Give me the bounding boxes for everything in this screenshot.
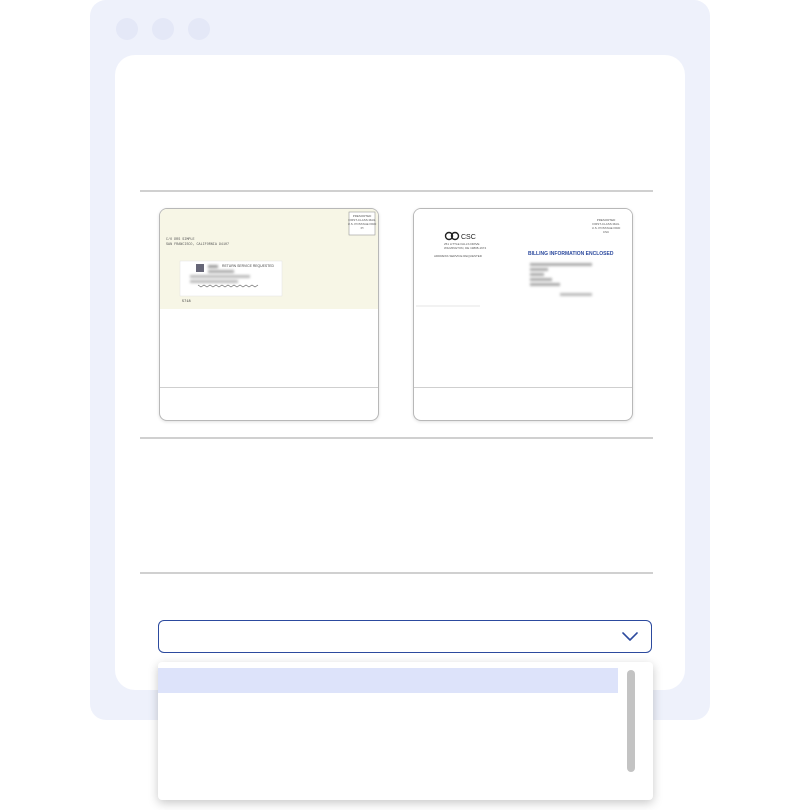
endorsement-text: RETURN SERVICE REQUESTED bbox=[222, 264, 274, 268]
divider-bottom bbox=[140, 572, 653, 574]
window-controls bbox=[116, 18, 210, 40]
select-dropdown-menu bbox=[158, 662, 653, 800]
billing-headline: BILLING INFORMATION ENCLOSED bbox=[528, 251, 614, 257]
window-dot-close bbox=[116, 18, 138, 40]
dropdown-scrollbar-thumb[interactable] bbox=[627, 670, 635, 772]
dropdown-option-highlighted[interactable] bbox=[158, 668, 618, 693]
service-line: ADDRESS SERVICE REQUESTED bbox=[434, 254, 483, 258]
envelope-option-2-footer bbox=[414, 387, 632, 420]
window-dot-minimize bbox=[152, 18, 174, 40]
return-address-line-2: SAN FRANCISCO, CALIFORNIA 94107 bbox=[166, 243, 229, 247]
envelope-option-1[interactable]: PRESORTED FIRST-CLASS MAIL U.S. POSTAGE … bbox=[159, 208, 379, 421]
logo-text: CSC bbox=[461, 234, 476, 241]
envelope-select[interactable] bbox=[158, 620, 652, 653]
dropdown-scrollbar[interactable] bbox=[627, 670, 635, 772]
return-address-line-1: C/O DRS SIMPLE bbox=[166, 237, 195, 242]
envelope-image-1: PRESORTED FIRST-CLASS MAIL U.S. POSTAGE … bbox=[160, 209, 378, 309]
divider-top bbox=[140, 190, 653, 192]
qr-code-icon bbox=[196, 264, 204, 272]
stamp-text-4: PI bbox=[361, 226, 364, 230]
envelope-image-2: CSC 251 LITTLE FALLS DRIVE WILMINGTON, D… bbox=[414, 209, 632, 309]
sender-address-line-2: WILMINGTON, DE 19808-1674 bbox=[444, 246, 486, 250]
envelope-option-1-footer bbox=[160, 387, 378, 420]
chevron-down-icon[interactable] bbox=[621, 628, 639, 644]
envelope-option-2[interactable]: CSC 251 LITTLE FALLS DRIVE WILMINGTON, D… bbox=[413, 208, 633, 421]
stamp-text-r4: CSC bbox=[603, 230, 610, 234]
divider-middle bbox=[140, 437, 653, 439]
window-dot-maximize bbox=[188, 18, 210, 40]
envelope-code: 5718 bbox=[182, 300, 191, 304]
